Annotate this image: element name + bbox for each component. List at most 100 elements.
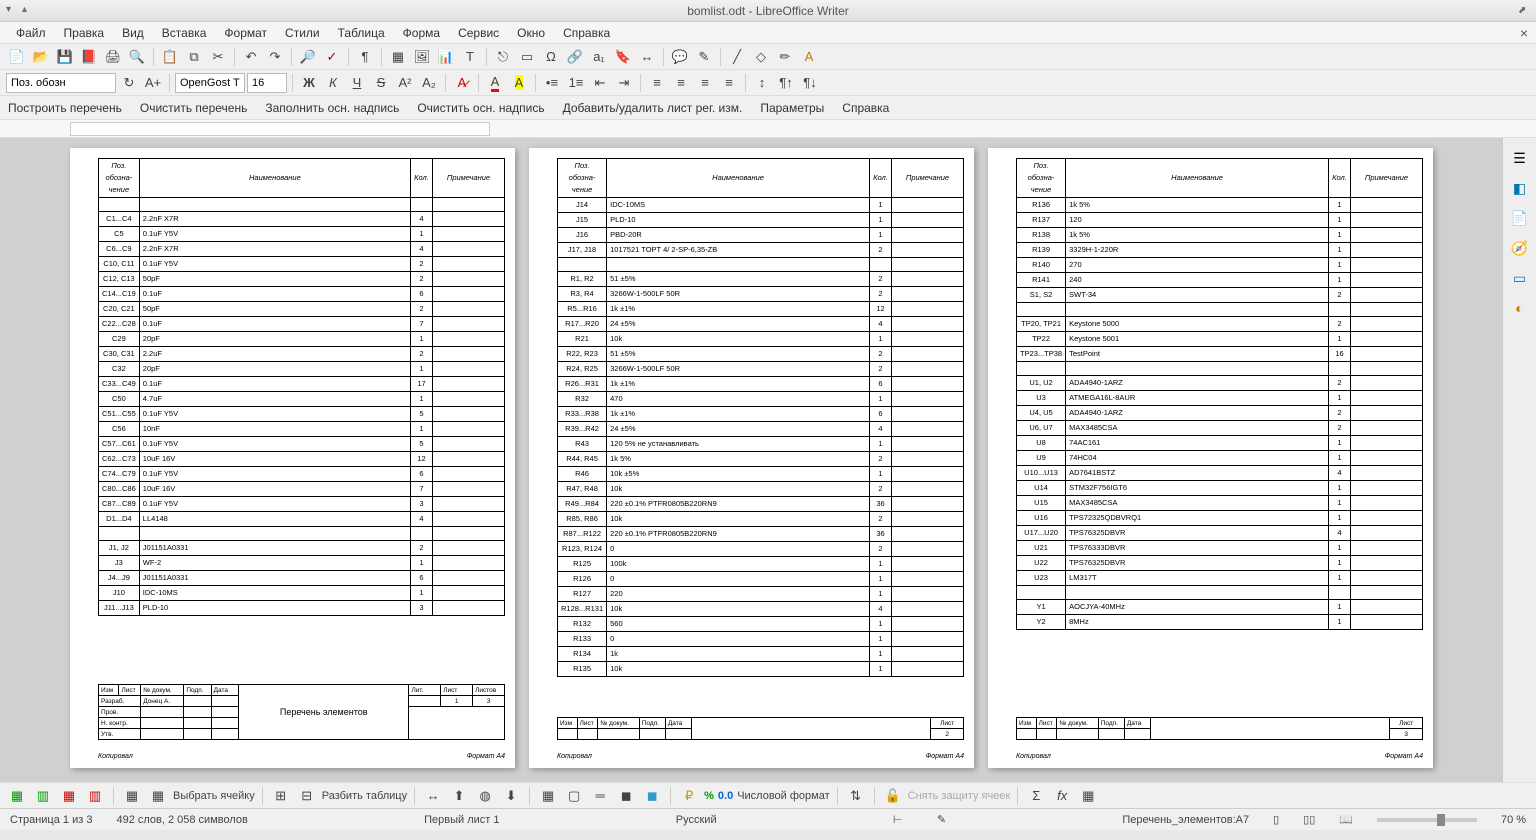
table-row[interactable]: R39...R4224 ±5%4 [558, 422, 964, 437]
page-break-icon[interactable]: ⎋ [492, 46, 514, 68]
horizontal-ruler[interactable] [70, 122, 490, 136]
table-row[interactable]: C33...C490.1uF17 [99, 377, 505, 392]
table-row[interactable]: J11...J13PLD-103 [99, 601, 505, 616]
table-row[interactable]: J16PBD-20R1 [558, 228, 964, 243]
update-style-icon[interactable]: ↻ [118, 72, 140, 94]
formula-icon[interactable]: fx [1051, 785, 1073, 807]
strikethrough-icon[interactable]: S [370, 72, 392, 94]
gallery-panel-icon[interactable]: 📄 [1508, 206, 1532, 230]
track-changes-icon[interactable]: ✎ [693, 46, 715, 68]
table-row[interactable]: R1412401 [1017, 273, 1423, 288]
navigator-panel-icon[interactable]: 🧭 [1508, 236, 1532, 260]
field-icon[interactable]: ▭ [516, 46, 538, 68]
table-row[interactable]: U10...U13AD7641BSTZ4 [1017, 466, 1423, 481]
table-row[interactable]: J10IDC-10MS1 [99, 586, 505, 601]
table-row[interactable]: C20, C2150pF2 [99, 302, 505, 317]
table-row[interactable]: C14...C190.1uF6 [99, 287, 505, 302]
table-row[interactable]: C50.1uF Y5V1 [99, 227, 505, 242]
zoom-slider[interactable] [1377, 818, 1477, 822]
indent-icon[interactable]: ⇥ [613, 72, 635, 94]
unprotect-icon[interactable]: 🔓 [882, 785, 904, 807]
table-row[interactable]: U3ATMEGA16L-8AUR1 [1017, 391, 1423, 406]
table-row[interactable] [1017, 303, 1423, 317]
table-row[interactable]: R1, R251 ±5%2 [558, 272, 964, 287]
table-row[interactable]: J1, J2J01151A03312 [99, 541, 505, 556]
table-row[interactable]: R1393329H-1-220R1 [1017, 243, 1423, 258]
font-color-icon[interactable]: A [484, 72, 506, 94]
fill-titleblock-button[interactable]: Заполнить осн. надпись [265, 101, 399, 115]
justify-icon[interactable]: ≡ [718, 72, 740, 94]
table-row[interactable]: R2110k1 [558, 332, 964, 347]
italic-icon[interactable]: К [322, 72, 344, 94]
table-row[interactable]: R13510k1 [558, 662, 964, 677]
fontwork-icon[interactable]: A [798, 46, 820, 68]
table-row[interactable]: R22, R2351 ±5%2 [558, 347, 964, 362]
borders-icon[interactable]: ▢ [563, 785, 585, 807]
table-row[interactable]: R125100k1 [558, 557, 964, 572]
shapes-icon[interactable]: ◇ [750, 46, 772, 68]
table-row[interactable]: R85, R8610k2 [558, 512, 964, 527]
status-zoom[interactable]: 70 % [1501, 814, 1526, 826]
table-row[interactable]: C1...C42.2nF X7R4 [99, 212, 505, 227]
table-row[interactable]: R26...R311k ±1%6 [558, 377, 964, 392]
table-row[interactable]: C10, C110.1uF Y5V2 [99, 257, 505, 272]
table-row[interactable]: U4, U5ADA4940-1ARZ2 [1017, 406, 1423, 421]
addremove-sheet-button[interactable]: Добавить/удалить лист рег. изм. [563, 101, 743, 115]
status-sheet[interactable]: Первый лист 1 [424, 814, 499, 826]
table-row[interactable]: R1402701 [1017, 258, 1423, 273]
chart-icon[interactable]: 📊 [435, 46, 457, 68]
decimal-icon[interactable]: 0.0 [718, 790, 733, 802]
outdent-icon[interactable]: ⇤ [589, 72, 611, 94]
print-preview-icon[interactable]: 🔍 [126, 46, 148, 68]
table-row[interactable]: U974HC041 [1017, 451, 1423, 466]
close-document-icon[interactable]: × [1520, 25, 1528, 41]
table-row[interactable]: R1341k1 [558, 647, 964, 662]
new-style-icon[interactable]: A+ [142, 72, 164, 94]
bom-table-1[interactable]: Поз. обозна-чение Наименование Кол. Прим… [98, 158, 505, 616]
table-row[interactable]: R49...R84220 ±0.1% PTFR0805B220RN936 [558, 497, 964, 512]
table-row[interactable]: R1381k 5%1 [1017, 228, 1423, 243]
paste-icon[interactable]: 📋 [159, 46, 181, 68]
table-insert-col-icon[interactable]: ▥ [32, 785, 54, 807]
table-row[interactable]: C87...C890.1uF Y5V3 [99, 497, 505, 512]
view-book-icon[interactable]: 📖 [1339, 813, 1353, 826]
status-sign[interactable]: ✎ [937, 813, 946, 826]
draw-icon[interactable]: ✏ [774, 46, 796, 68]
table-row[interactable] [99, 198, 505, 212]
status-words[interactable]: 492 слов, 2 058 символов [116, 814, 247, 826]
export-pdf-icon[interactable]: 📕 [78, 46, 100, 68]
table-row[interactable]: U6, U7MAX3485CSA2 [1017, 421, 1423, 436]
status-insert-mode[interactable]: ⊢ [893, 813, 913, 826]
table-row[interactable]: R12601 [558, 572, 964, 587]
table-row[interactable]: U23LM317T1 [1017, 571, 1423, 586]
menu-format[interactable]: Формат [216, 24, 275, 42]
table-row[interactable]: U1, U2ADA4940-1ARZ2 [1017, 376, 1423, 391]
minimize-icon[interactable]: ▾ [6, 4, 16, 14]
underline-icon[interactable]: Ч [346, 72, 368, 94]
merge-cells-icon[interactable]: ⊞ [270, 785, 292, 807]
view-single-icon[interactable]: ▯ [1273, 813, 1279, 826]
align-left-icon[interactable]: ≡ [646, 72, 668, 94]
hyperlink-icon[interactable]: 🔗 [564, 46, 586, 68]
table-row[interactable] [99, 527, 505, 541]
parameters-button[interactable]: Параметры [760, 101, 824, 115]
find-icon[interactable]: 🔎 [297, 46, 319, 68]
menu-view[interactable]: Вид [114, 24, 152, 42]
table-row[interactable]: U14STM32F756IGT61 [1017, 481, 1423, 496]
table-row[interactable]: R324701 [558, 392, 964, 407]
special-char-icon[interactable]: Ω [540, 46, 562, 68]
table-icon[interactable]: ▦ [387, 46, 409, 68]
table-row[interactable]: R1272201 [558, 587, 964, 602]
table-row[interactable]: R5...R161k ±1%12 [558, 302, 964, 317]
copy-icon[interactable]: ⧉ [183, 46, 205, 68]
border-color-icon[interactable]: ◼ [615, 785, 637, 807]
align-right-icon[interactable]: ≡ [694, 72, 716, 94]
cut-icon[interactable]: ✂ [207, 46, 229, 68]
line-icon[interactable]: ╱ [726, 46, 748, 68]
table-row[interactable]: U16TPS72325QDBVRQ11 [1017, 511, 1423, 526]
bg-color-icon[interactable]: ◼ [641, 785, 663, 807]
table-insert-row-icon[interactable]: ▦ [6, 785, 28, 807]
textbox-icon[interactable]: T [459, 46, 481, 68]
bold-icon[interactable]: Ж [298, 72, 320, 94]
maximize-icon[interactable]: ⬈ [1518, 5, 1528, 15]
